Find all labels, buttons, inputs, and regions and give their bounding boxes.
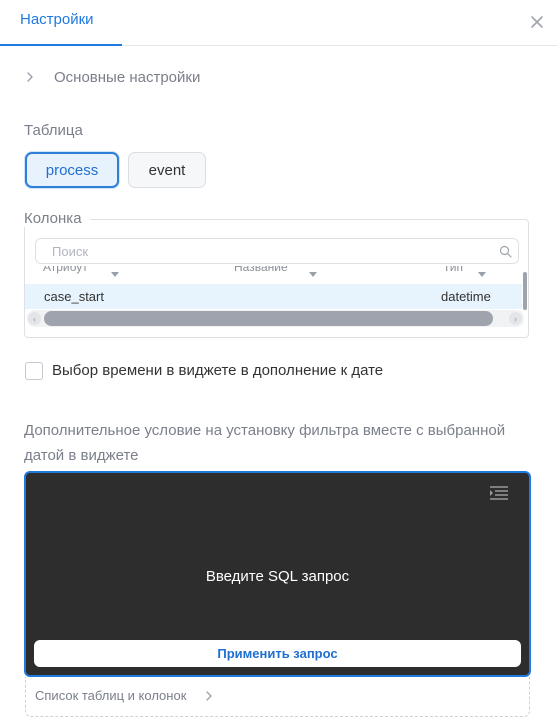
column-header-type[interactable]: Тип <box>443 266 463 274</box>
column-section-label: Колонка <box>24 210 90 227</box>
tables-columns-label: Список таблиц и колонок <box>35 688 187 703</box>
column-search <box>35 238 519 264</box>
sort-caret-icon[interactable] <box>111 272 119 277</box>
table-option-event[interactable]: event <box>128 152 206 188</box>
scroll-left-icon[interactable]: ‹ <box>28 312 41 325</box>
sort-caret-icon[interactable] <box>478 272 486 277</box>
table-section-label: Таблица <box>24 122 83 139</box>
condition-label: Дополнительное условие на установку филь… <box>24 422 506 464</box>
format-indent-icon[interactable] <box>489 485 509 501</box>
cell-attribute: case_start <box>44 289 104 304</box>
search-icon <box>499 245 512 258</box>
close-button[interactable] <box>525 10 549 34</box>
apply-query-button[interactable]: Применить запрос <box>34 640 521 667</box>
close-icon <box>531 16 543 28</box>
column-header-name[interactable]: Название <box>234 266 288 274</box>
horizontal-scroll-thumb[interactable] <box>44 311 493 326</box>
column-table-header: Атрибут Название Тип <box>25 266 522 282</box>
tab-settings[interactable]: Настройки <box>0 0 122 46</box>
sort-caret-icon[interactable] <box>309 272 317 277</box>
tab-settings-label: Настройки <box>20 11 94 28</box>
panel-header: Настройки <box>0 0 557 46</box>
table-row[interactable]: case_start datetime <box>25 284 522 309</box>
time-selection-checkbox[interactable] <box>25 362 43 380</box>
vertical-scrollbar[interactable] <box>523 272 527 310</box>
scroll-right-icon[interactable]: › <box>509 312 522 325</box>
sql-editor-placeholder: Введите SQL запрос <box>205 568 350 585</box>
basic-settings-label: Основные настройки <box>54 69 201 86</box>
cell-type: datetime <box>441 289 491 304</box>
time-selection-label: Выбор времени в виджете в дополнение к д… <box>52 362 384 379</box>
chevron-right-icon <box>27 72 33 82</box>
column-header-attribute[interactable]: Атрибут <box>43 266 88 274</box>
table-option-process[interactable]: process <box>25 152 119 188</box>
sql-editor[interactable]: Введите SQL запрос Применить запрос <box>24 471 531 677</box>
column-search-input[interactable] <box>52 244 482 259</box>
chevron-right-icon <box>206 691 212 701</box>
tables-columns-list[interactable]: Список таблиц и колонок <box>25 677 530 717</box>
